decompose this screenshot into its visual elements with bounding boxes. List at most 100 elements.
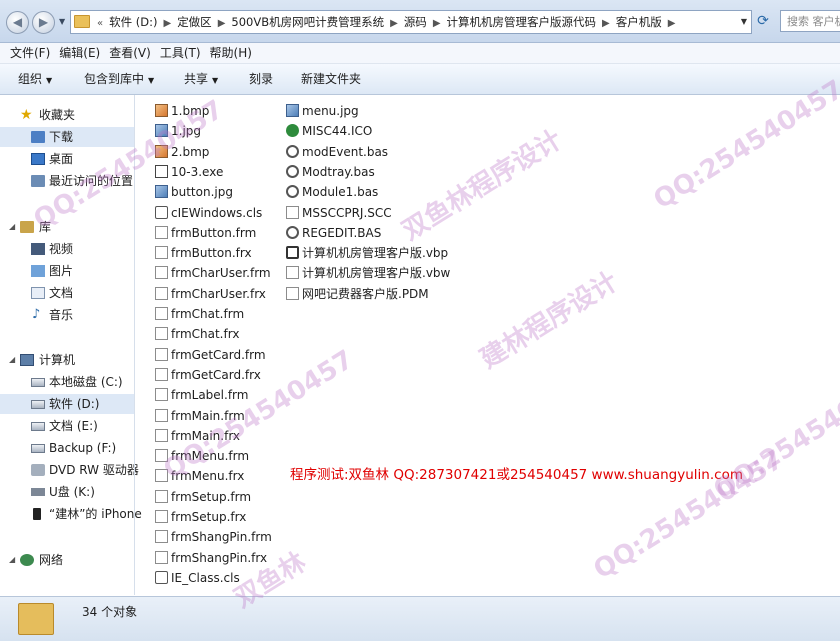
folder-icon xyxy=(18,603,54,635)
cls-icon xyxy=(155,570,168,584)
nav-downloads[interactable]: 下载 xyxy=(0,127,134,147)
file-name: frmCharUser.frm xyxy=(171,266,271,281)
form-icon xyxy=(155,530,168,544)
nav-desktop[interactable]: 桌面 xyxy=(0,149,134,169)
nav-libraries[interactable]: ◢ 库 xyxy=(0,217,134,237)
breadcrumb-separator-icon[interactable]: ▶ xyxy=(163,18,171,29)
burn-label: 刻录 xyxy=(249,72,274,86)
file-icon xyxy=(155,510,168,523)
file-icon xyxy=(155,550,168,564)
address-history-dropdown-icon[interactable]: ▼ xyxy=(741,11,747,33)
breadcrumb-item[interactable]: 500VB机房网吧计费管理系统 xyxy=(231,15,384,29)
address-bar-strip: ◀ ▶ ▼ « 软件 (D:) ▶ 定做区 ▶ 500VB机房网吧计费管理系统 ▶ 源码 ▶ 计算… xyxy=(0,0,840,43)
chevron-down-icon: ▼ xyxy=(148,76,155,85)
form-icon xyxy=(155,266,168,280)
hard-drive-icon xyxy=(31,400,45,409)
nav-dvd-drive[interactable]: DVD RW 驱动器 xyxy=(0,460,139,480)
nav-computer[interactable]: ◢ 计算机 xyxy=(0,350,134,370)
nav-drive-c[interactable]: 本地磁盘 (C:) xyxy=(0,372,134,392)
back-arrow-icon: ◀ xyxy=(12,15,23,29)
burn-button[interactable]: 刻录 xyxy=(249,64,273,94)
nav-usb-drive[interactable]: U盘 (K:) xyxy=(0,482,134,502)
nav-label: 桌面 xyxy=(49,152,74,166)
nav-drive-e[interactable]: 文档 (E:) xyxy=(0,416,134,436)
promo-text: 程序测试:双鱼林 QQ:287307421或254540457 www.shua… xyxy=(290,467,743,483)
nav-iphone[interactable]: “建林”的 iPhone xyxy=(0,504,142,524)
menu-tools[interactable]: 工具(T) xyxy=(160,43,201,63)
file-name: 计算机机房管理客户版.vbw xyxy=(302,266,451,281)
menu-file[interactable]: 文件(F) xyxy=(10,43,50,63)
bmp-icon xyxy=(155,144,168,158)
nav-label: 音乐 xyxy=(49,308,74,322)
file-name: button.jpg xyxy=(171,185,233,200)
file-name: Modtray.bas xyxy=(302,164,375,179)
nav-documents[interactable]: 文档 xyxy=(0,283,134,303)
file-name: frmLabel.frm xyxy=(171,388,249,403)
nav-favorites[interactable]: ★ 收藏夹 xyxy=(0,105,134,125)
nav-videos[interactable]: 视频 xyxy=(0,239,134,259)
expand-arrow-icon[interactable]: ◢ xyxy=(9,550,15,570)
nav-label: U盘 (K:) xyxy=(49,485,95,499)
breadcrumb-overflow-icon[interactable]: « xyxy=(97,18,103,29)
vbp-icon xyxy=(286,246,299,260)
breadcrumb-separator-icon[interactable]: ▶ xyxy=(602,18,610,29)
breadcrumb-separator-icon[interactable]: ▶ xyxy=(433,18,441,29)
file-name: cIEWindows.cls xyxy=(171,205,263,220)
back-button[interactable]: ◀ xyxy=(6,11,29,34)
file-name: frmMenu.frx xyxy=(171,469,245,484)
breadcrumb-item[interactable]: 定做区 xyxy=(177,15,212,29)
expand-arrow-icon[interactable]: ◢ xyxy=(9,350,15,370)
share-button[interactable]: 共享 ▼ xyxy=(184,64,218,96)
new-folder-button[interactable]: 新建文件夹 xyxy=(301,64,361,94)
menu-help[interactable]: 帮助(H) xyxy=(210,43,252,63)
nav-pictures[interactable]: 图片 xyxy=(0,261,134,281)
forward-button[interactable]: ▶ xyxy=(32,11,55,34)
nav-network[interactable]: ◢ 网络 xyxy=(0,550,134,570)
hard-drive-icon xyxy=(31,444,45,453)
jpg-icon xyxy=(155,124,168,138)
command-bar: 组织 ▼ 包含到库中 ▼ 共享 ▼ 刻录 新建文件夹 xyxy=(0,64,840,95)
star-icon: ★ xyxy=(20,107,33,123)
form-icon xyxy=(155,449,168,463)
dvd-drive-icon xyxy=(31,464,45,476)
breadcrumb-separator-icon[interactable]: ▶ xyxy=(218,18,226,29)
nav-label: 文档 xyxy=(49,286,74,300)
file-icon xyxy=(155,246,168,260)
bas-icon xyxy=(286,225,299,239)
breadcrumb-item[interactable]: 计算机机房管理客户版源代码 xyxy=(447,15,597,29)
address-box[interactable]: « 软件 (D:) ▶ 定做区 ▶ 500VB机房网吧计费管理系统 ▶ 源码 ▶ 计算机机房管理客… xyxy=(70,10,752,34)
new-folder-label: 新建文件夹 xyxy=(301,72,362,86)
status-bar: 34 个对象 xyxy=(0,596,840,641)
refresh-icon[interactable]: ⟳ xyxy=(754,12,772,30)
expand-arrow-icon[interactable]: ◢ xyxy=(9,217,15,237)
file-icon xyxy=(155,327,168,341)
nav-music[interactable]: ♪ 音乐 xyxy=(0,305,134,325)
menu-edit[interactable]: 编辑(E) xyxy=(59,43,100,63)
file-name: frmSetup.frm xyxy=(171,489,252,504)
breadcrumb-item[interactable]: 源码 xyxy=(404,15,427,29)
breadcrumb-separator-icon[interactable]: ▶ xyxy=(668,18,676,29)
organize-button[interactable]: 组织 ▼ xyxy=(18,64,52,96)
nav-drive-f[interactable]: Backup (F:) xyxy=(0,438,134,458)
menu-view[interactable]: 查看(V) xyxy=(109,43,151,63)
menu-bar: 文件(F) 编辑(E) 查看(V) 工具(T) 帮助(H) xyxy=(0,43,840,64)
file-name: MISC44.ICO xyxy=(302,124,373,139)
nav-drive-d[interactable]: 软件 (D:) xyxy=(0,394,134,414)
breadcrumb-separator-icon[interactable]: ▶ xyxy=(390,18,398,29)
bas-icon xyxy=(286,164,299,178)
file-name: frmGetCard.frx xyxy=(171,367,261,382)
include-in-library-button[interactable]: 包含到库中 ▼ xyxy=(84,64,154,96)
file-name: Module1.bas xyxy=(302,185,379,200)
include-label: 包含到库中 xyxy=(84,72,145,86)
file-icon xyxy=(155,367,168,381)
recent-pages-dropdown[interactable]: ▼ xyxy=(59,17,65,26)
nav-label: DVD RW 驱动器 xyxy=(49,463,139,477)
nav-label: 软件 (D:) xyxy=(49,397,100,411)
nav-recent-places[interactable]: 最近访问的位置 xyxy=(0,171,134,191)
breadcrumb-item[interactable]: 软件 (D:) xyxy=(109,15,157,29)
breadcrumb-item[interactable]: 客户机版 xyxy=(616,15,662,29)
file-name: frmButton.frm xyxy=(171,225,257,240)
share-label: 共享 xyxy=(184,72,209,86)
search-input[interactable]: 搜索 客户机版 xyxy=(780,10,840,32)
file-name: frmShangPin.frm xyxy=(171,530,272,545)
